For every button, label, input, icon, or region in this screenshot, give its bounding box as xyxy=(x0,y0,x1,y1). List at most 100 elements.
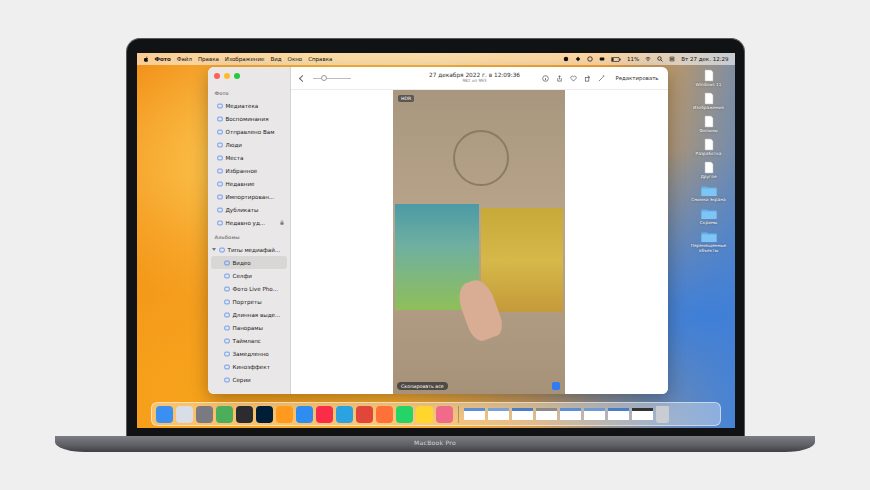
live-text-button[interactable]: Скопировать все xyxy=(397,382,448,390)
menu-item[interactable]: Правка xyxy=(198,56,219,62)
desktop-icon[interactable]: Другое xyxy=(687,161,731,180)
lock-icon xyxy=(280,220,284,225)
menu-item[interactable]: Вид xyxy=(270,56,281,62)
photo: HDR Скопировать все xyxy=(393,90,565,394)
dock-window-thumbnail[interactable] xyxy=(512,408,533,420)
dock-app-icon[interactable] xyxy=(256,406,273,423)
status-icon[interactable] xyxy=(587,56,593,62)
dock-app-icon[interactable] xyxy=(296,406,313,423)
dock-window-thumbnail[interactable] xyxy=(632,408,653,420)
menu-item[interactable]: Фото xyxy=(155,56,171,62)
close-button[interactable] xyxy=(214,73,220,79)
sidebar-item[interactable]: Места xyxy=(211,151,287,164)
dock-app-icon[interactable] xyxy=(176,406,193,423)
sidebar-item[interactable]: Панорамы xyxy=(211,321,287,334)
info-icon[interactable] xyxy=(542,75,549,82)
trash-icon[interactable] xyxy=(656,406,669,423)
desktop-icon[interactable]: Скрины xyxy=(687,207,731,226)
sidebar-item[interactable]: Таймлапс xyxy=(211,334,287,347)
document-icon xyxy=(701,161,717,174)
desktop-icon[interactable]: Windows 11 xyxy=(687,69,731,88)
dock-app-icon[interactable] xyxy=(376,406,393,423)
dock-app-icon[interactable] xyxy=(356,406,373,423)
minimize-button[interactable] xyxy=(224,73,230,79)
live-text-icon[interactable] xyxy=(552,382,560,390)
dock-app-icon[interactable] xyxy=(236,406,253,423)
dock-window-thumbnail[interactable] xyxy=(584,408,605,420)
search-icon[interactable] xyxy=(657,56,663,62)
sidebar-item[interactable]: Типы медиафай... xyxy=(211,243,287,256)
document-icon xyxy=(701,69,717,82)
dock-app-icon[interactable] xyxy=(416,406,433,423)
battery-icon[interactable] xyxy=(611,57,621,62)
album-icon xyxy=(217,103,223,109)
sidebar-item[interactable]: Недавние xyxy=(211,177,287,190)
sidebar-item[interactable]: Портреты xyxy=(211,295,287,308)
photos-window: Фото Медиатека Воспоминания Отправлено В… xyxy=(208,67,668,394)
sidebar-item[interactable]: Дубликаты xyxy=(211,203,287,216)
desktop-icon[interactable]: Разработка xyxy=(687,138,731,157)
dock-window-thumbnail[interactable] xyxy=(560,408,581,420)
sidebar-item[interactable]: Избранное xyxy=(211,164,287,177)
menu-item[interactable]: Изображение xyxy=(225,56,265,62)
sidebar-item[interactable]: Люди xyxy=(211,138,287,151)
dock-app-icon[interactable] xyxy=(396,406,413,423)
dock-app-icon[interactable] xyxy=(276,406,293,423)
clock[interactable]: Вт 27 дек. 12:29 xyxy=(681,56,728,62)
dock-window-thumbnail[interactable] xyxy=(464,408,485,420)
sidebar-item[interactable]: Длинная выде... xyxy=(211,308,287,321)
album-icon xyxy=(224,364,230,370)
edit-button[interactable]: Редактировать xyxy=(612,74,661,82)
wifi-icon[interactable] xyxy=(645,56,651,62)
dock-window-thumbnail[interactable] xyxy=(488,408,509,420)
dock-app-icon[interactable] xyxy=(216,406,233,423)
sidebar-item[interactable]: Недавно уд... xyxy=(211,216,287,229)
sidebar-item[interactable]: Серии xyxy=(211,373,287,386)
status-icon[interactable] xyxy=(563,56,569,62)
album-icon xyxy=(217,207,223,213)
album-icon xyxy=(224,286,230,292)
sidebar-item[interactable]: Отправлено Вам xyxy=(211,125,287,138)
album-icon xyxy=(219,247,225,253)
dock-window-thumbnail[interactable] xyxy=(608,408,629,420)
heart-icon[interactable] xyxy=(570,75,577,82)
dock-app-icon[interactable] xyxy=(436,406,453,423)
sidebar-item[interactable]: Импортирован... xyxy=(211,190,287,203)
back-chevron-icon[interactable] xyxy=(298,74,305,81)
dock-window-thumbnail[interactable] xyxy=(536,408,557,420)
dock-app-icon[interactable] xyxy=(336,406,353,423)
album-icon xyxy=(217,142,223,148)
desktop-icon[interactable]: Фильмы xyxy=(687,115,731,134)
zoom-slider[interactable] xyxy=(313,78,351,79)
document-icon xyxy=(701,92,717,105)
screen: ФотоФайлПравкаИзображениеВидОкноСправка … xyxy=(137,53,735,428)
dock-app-icon[interactable] xyxy=(156,406,173,423)
menu-item[interactable]: Файл xyxy=(177,56,192,62)
device-label: MacBook Pro xyxy=(414,436,456,446)
desktop-icon[interactable]: Изображения xyxy=(687,92,731,111)
page: ФотоФайлПравкаИзображениеВидОкноСправка … xyxy=(0,0,870,490)
rotate-icon[interactable] xyxy=(584,75,591,82)
dock-app-icon[interactable] xyxy=(196,406,213,423)
control-center-icon[interactable] xyxy=(669,56,675,62)
apple-icon[interactable] xyxy=(143,56,149,63)
dock-app-icon[interactable] xyxy=(316,406,333,423)
magic-wand-icon[interactable] xyxy=(598,75,605,82)
sidebar-item[interactable]: Медиатека xyxy=(211,99,287,112)
sidebar-item[interactable]: Киноэффект xyxy=(211,360,287,373)
menu-item[interactable]: Окно xyxy=(288,56,303,62)
status-icon[interactable] xyxy=(599,56,605,62)
album-icon xyxy=(224,338,230,344)
sidebar-item[interactable]: Селфи xyxy=(211,269,287,282)
zoom-button[interactable] xyxy=(234,73,240,79)
disclosure-icon[interactable] xyxy=(212,248,216,251)
desktop-icon[interactable]: Снимки экрана xyxy=(687,184,731,203)
share-icon[interactable] xyxy=(556,75,563,82)
sidebar-item[interactable]: Видео xyxy=(211,256,287,269)
sidebar-item[interactable]: Воспоминания xyxy=(211,112,287,125)
desktop-icon[interactable]: Перемещенные объекты xyxy=(687,230,731,254)
sidebar-item[interactable]: Замедленно xyxy=(211,347,287,360)
status-icon[interactable] xyxy=(575,56,581,62)
sidebar-item[interactable]: Фото Live Pho... xyxy=(211,282,287,295)
menu-item[interactable]: Справка xyxy=(308,56,332,62)
